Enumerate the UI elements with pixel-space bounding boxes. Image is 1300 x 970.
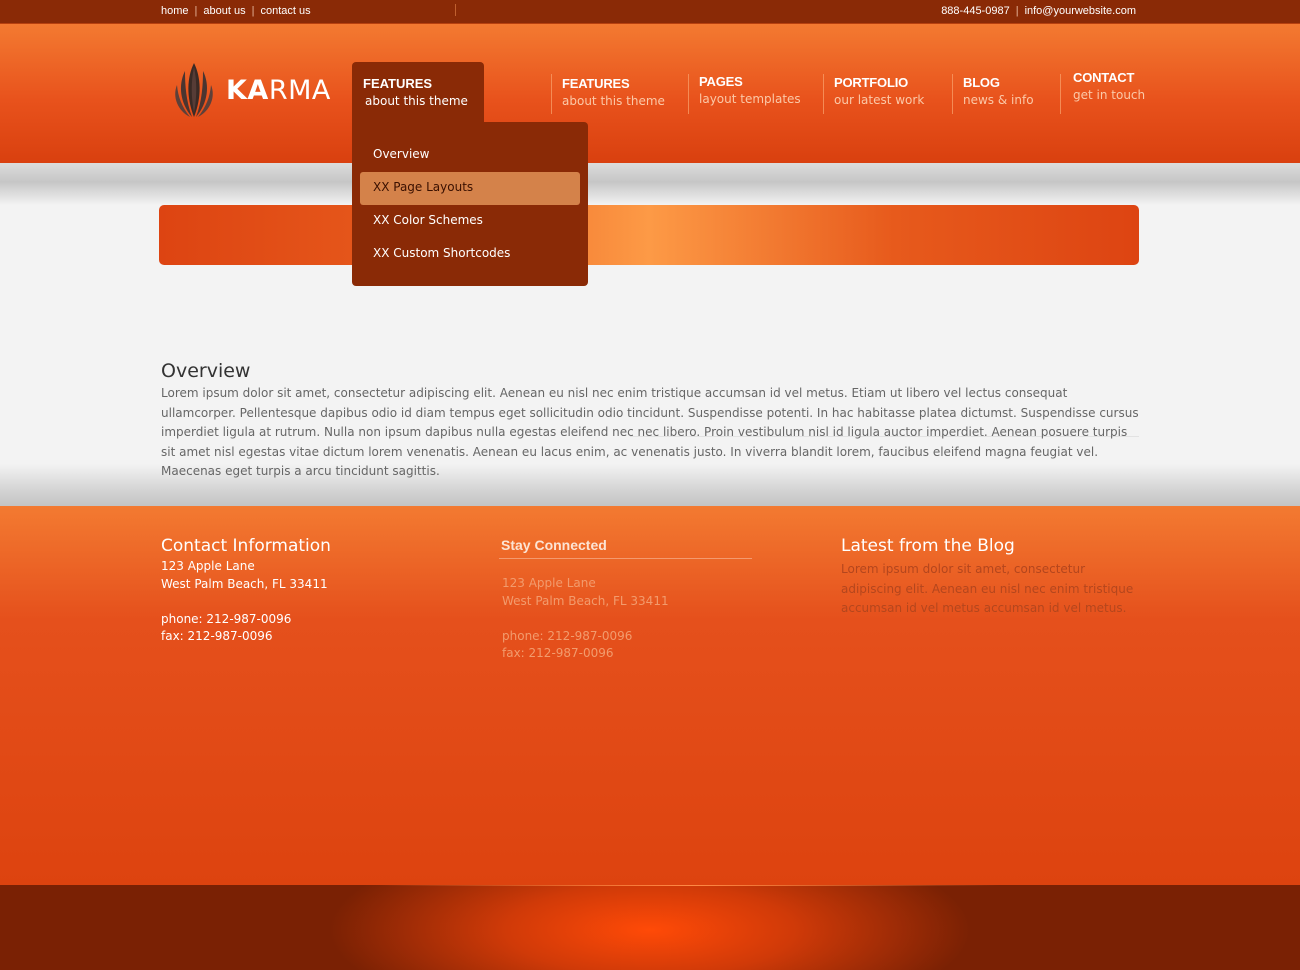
footer-stay-address2: West Palm Beach, FL 33411	[502, 593, 669, 608]
top-email-link[interactable]: info@yourwebsite.com	[1025, 5, 1136, 17]
top-link-about-us[interactable]: about us	[203, 5, 245, 17]
nav-item-pages[interactable]: PAGES layout templates	[699, 74, 801, 112]
nav-active-subtitle: about this theme	[365, 94, 468, 108]
top-links: home | about us | contact us	[161, 5, 311, 17]
top-link-separator: |	[251, 5, 255, 17]
dropdown-item-page-layouts[interactable]: XX Page Layouts	[360, 172, 580, 205]
nav-item-subtitle: layout templates	[699, 92, 801, 106]
footer-stay-fax: fax: 212-987-0096	[502, 646, 614, 660]
nav-separator	[952, 74, 953, 114]
nav-item-subtitle: our latest work	[834, 93, 925, 107]
footer-contact-address1: 123 Apple Lane	[161, 559, 255, 573]
nav-separator	[1060, 74, 1061, 114]
footer-blog-excerpt[interactable]: Lorem ipsum dolor sit amet, consectetur …	[841, 560, 1141, 619]
page-body-text: Lorem ipsum dolor sit amet, consectetur …	[161, 386, 1139, 478]
nav-item-title: CONTACT	[1073, 70, 1135, 85]
top-contact-info: 888-445-0987 | info@yourwebsite.com	[941, 5, 1136, 17]
nav-item-contact[interactable]: CONTACT get in touch	[1073, 70, 1145, 108]
nav-separator	[551, 74, 552, 114]
nav-item-title: BLOG	[963, 75, 1000, 90]
nav-item-blog[interactable]: BLOG news & info	[963, 75, 1034, 113]
nav-item-subtitle: about this theme	[562, 94, 665, 108]
flame-logo-icon	[175, 63, 213, 117]
page-title: Overview	[161, 360, 251, 382]
logo-wordmark: KARMA	[226, 75, 331, 106]
nav-item-features[interactable]: FEATURES about this theme	[562, 76, 665, 114]
dropdown-item-overview[interactable]: Overview	[360, 139, 580, 172]
top-utility-bar: home | about us | contact us 888-445-0987 | in…	[0, 0, 1300, 24]
footer-stay-connected-title: Stay Connected	[501, 537, 607, 553]
footer-contact-phone: phone: 212-987-0096	[161, 611, 292, 626]
footer-stay-phone: phone: 212-987-0096	[502, 628, 633, 643]
bottom-bar	[0, 885, 1300, 970]
footer-blog-title: Latest from the Blog	[841, 536, 1015, 556]
nav-separator	[823, 74, 824, 114]
nav-item-title: FEATURES	[562, 76, 630, 91]
site-header: KARMA FEATURES about this theme FEATURES…	[0, 24, 1300, 163]
footer-contact-spacer	[161, 593, 328, 611]
top-phone: 888-445-0987	[941, 5, 1010, 17]
footer-stay-address1: 123 Apple Lane	[502, 576, 596, 590]
nav-item-portfolio[interactable]: PORTFOLIO our latest work	[834, 75, 924, 113]
top-contact-separator: |	[1015, 5, 1019, 17]
logo-bold-part: KA	[226, 74, 269, 106]
header-shadow-band	[0, 163, 1300, 205]
nav-item-subtitle: news & info	[963, 93, 1034, 107]
footer-stay-divider	[499, 558, 752, 559]
footer-stay-details: 123 Apple Lane West Palm Beach, FL 33411…	[502, 575, 669, 663]
features-dropdown-menu: Overview XX Page Layouts XX Color Scheme…	[352, 122, 588, 286]
footer-contact-details: 123 Apple Lane West Palm Beach, FL 33411…	[161, 558, 328, 646]
footer-contact-address2: West Palm Beach, FL 33411	[161, 576, 328, 591]
site-logo[interactable]: KARMA	[172, 62, 331, 118]
nav-item-title: PAGES	[699, 74, 743, 89]
nav-item-subtitle: get in touch	[1073, 88, 1146, 102]
top-link-contact-us[interactable]: contact us	[260, 5, 310, 17]
footer-contact-fax: fax: 212-987-0096	[161, 629, 273, 643]
bottom-bar-glow	[380, 885, 1000, 886]
top-link-home[interactable]: home	[161, 5, 189, 17]
logo-light-part: RMA	[268, 74, 331, 106]
page-banner	[159, 205, 1139, 265]
nav-active-title: FEATURES	[363, 76, 433, 91]
dropdown-item-custom-shortcodes[interactable]: XX Custom Shortcodes	[360, 238, 580, 271]
nav-separator	[688, 74, 689, 114]
nav-item-title: PORTFOLIO	[834, 75, 909, 90]
top-link-separator: |	[194, 5, 198, 17]
dropdown-item-color-schemes[interactable]: XX Color Schemes	[360, 205, 580, 238]
topbar-divider	[455, 4, 456, 16]
footer-contact-title: Contact Information	[161, 536, 331, 556]
footer-stay-spacer	[502, 610, 669, 628]
nav-item-features-active[interactable]: FEATURES about this theme	[352, 62, 484, 124]
